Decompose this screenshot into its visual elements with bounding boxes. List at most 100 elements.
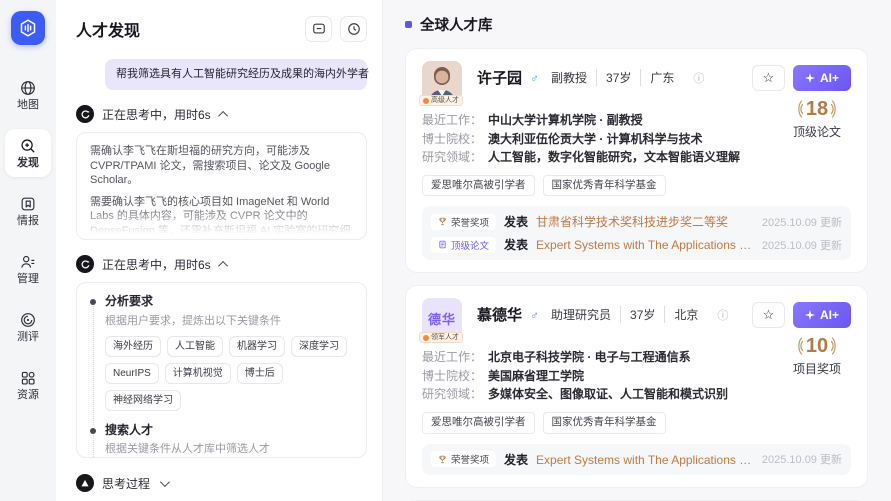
- achievement-date: 2025.10.09 更新: [762, 451, 842, 467]
- step-title: 搜索人才: [105, 423, 270, 439]
- step-title: 分析要求: [105, 294, 353, 310]
- field-label: 博士院校：: [422, 130, 488, 149]
- field-value: 美国麻省理工学院: [488, 367, 694, 386]
- tier-badge-icon: [423, 98, 429, 104]
- talent-card[interactable]: 德华 领军人才 慕德华 ♂ 助理研究员 37岁 北京 ⓘ: [405, 285, 868, 487]
- field-label: 博士院校：: [422, 367, 488, 386]
- tier-badge-icon: [423, 335, 429, 341]
- trophy-icon: [438, 217, 447, 226]
- pool-title: 全球人才库: [420, 14, 493, 35]
- laurel-left-icon: [795, 99, 803, 119]
- achievement-link[interactable]: Expert Systems with The Applications new…: [536, 451, 754, 468]
- field-value: 澳大利亚伍伦贡大学 · 计算机科学与技术: [488, 130, 813, 149]
- favorite-button[interactable]: ☆: [752, 302, 785, 328]
- honor-tag: 爱思唯尔高被引学者: [422, 412, 535, 434]
- sidebar-item-discover[interactable]: 发现: [5, 129, 51, 177]
- sidebar-item-intel[interactable]: 情报: [5, 187, 51, 235]
- achievement-badge: 顶级论文: [431, 237, 496, 253]
- stat-value: 10: [806, 336, 828, 356]
- achievement-list: 荣誉奖项 发表 甘肃省科学技术奖科技进步奖二等奖 2025.10.09 更新 顶…: [422, 206, 851, 260]
- step-desc: 根据用户要求，提炼出以下关键条件: [105, 314, 353, 329]
- new-conversation-button[interactable]: [305, 16, 332, 42]
- stat-label: 项目奖项: [793, 360, 841, 377]
- achievement-badge: 荣誉奖项: [431, 214, 496, 230]
- step-bullet: [90, 299, 96, 305]
- bookmark-icon: [19, 195, 37, 213]
- talent-card[interactable]: 高级人才 许子园 ♂ 副教授 37岁 广东 ⓘ ☆: [405, 48, 868, 273]
- step-bullet: [90, 428, 96, 434]
- achievement-action: 发表: [504, 213, 528, 230]
- thought-process-toggle[interactable]: 思考过程: [76, 474, 367, 492]
- sidebar-item-label: 管理: [17, 274, 39, 285]
- sidebar-item-label: 情报: [17, 216, 39, 227]
- keyword-chip: NeurIPS: [105, 363, 159, 384]
- laurel-right-icon: [831, 336, 839, 356]
- process-label: 思考过程: [102, 475, 150, 492]
- star-icon: ☆: [763, 307, 775, 323]
- history-button[interactable]: [340, 16, 367, 42]
- process-avatar: [76, 474, 94, 492]
- star-icon: ☆: [763, 70, 775, 86]
- field-value: 中山大学计算机学院 · 副教授: [488, 111, 753, 130]
- sidebar-item-label: 资源: [17, 390, 39, 401]
- info-icon[interactable]: ⓘ: [693, 70, 704, 86]
- globe-icon: [19, 79, 37, 97]
- ai-plus-button[interactable]: AI+: [793, 302, 851, 328]
- compass-icon: [19, 311, 37, 329]
- talent-tier-badge: 高级人才: [419, 95, 463, 106]
- thinking-paragraph: 需要确认李飞飞的核心项目如 ImageNet 和 World Labs 的具体内…: [90, 195, 353, 241]
- sidebar-item-map[interactable]: 地图: [5, 71, 51, 119]
- honor-tags: 爱思唯尔高被引学者 国家优秀青年科学基金: [422, 412, 851, 434]
- achievement-action: 发表: [504, 451, 528, 468]
- chevron-up-icon: [218, 261, 228, 271]
- honor-tags: 爱思唯尔高被引学者 国家优秀青年科学基金: [422, 175, 851, 197]
- keyword-chip: 博士后: [237, 363, 283, 384]
- chevron-up-icon: [218, 111, 228, 121]
- app-grid-icon: [19, 369, 37, 387]
- app-logo-icon[interactable]: [11, 11, 45, 45]
- achievement-row: 顶级论文 发表 Expert Systems with The Applicat…: [431, 233, 842, 256]
- stat-block: 18 顶级论文: [793, 99, 841, 140]
- male-icon: ♂: [530, 308, 539, 322]
- stat-label: 顶级论文: [793, 123, 841, 140]
- sidebar-item-label: 测评: [17, 332, 39, 343]
- keyword-chip: 神经网络学习: [105, 390, 181, 411]
- search-plus-icon: [19, 137, 37, 155]
- info-icon[interactable]: ⓘ: [717, 307, 728, 323]
- keyword-chip: 深度学习: [291, 336, 347, 357]
- section-marker-icon: [405, 21, 412, 28]
- sparkle-icon: [805, 73, 815, 83]
- thinking-content-2: 分析要求 根据用户要求，提炼出以下关键条件 海外经历 人工智能 机器学习 深度学…: [76, 282, 367, 458]
- thinking-toggle-1[interactable]: 正在思考中，用时6s: [76, 105, 367, 123]
- sidebar-item-resources[interactable]: 资源: [5, 361, 51, 409]
- talent-meta: 助理研究员 37岁 北京: [547, 306, 707, 323]
- talent-tier-badge: 领军人才: [419, 332, 463, 343]
- field-value: 人工智能，数字化智能研究，文本智能语义理解: [488, 148, 850, 167]
- sparkle-icon: [805, 310, 815, 320]
- achievement-date: 2025.10.09 更新: [762, 237, 842, 253]
- ai-plus-button[interactable]: AI+: [793, 65, 851, 91]
- chat-bubble-icon: [312, 22, 326, 36]
- achievement-row: 荣誉奖项 发表 Expert Systems with The Applicat…: [431, 448, 842, 471]
- honor-tag: 爱思唯尔高被引学者: [422, 175, 535, 197]
- achievement-date: 2025.10.09 更新: [762, 214, 842, 230]
- achievement-link[interactable]: Expert Systems with The Applications new…: [536, 236, 754, 253]
- user-message: 帮我筛选具有人工智能研究经历及成果的海内外学者: [105, 59, 367, 90]
- assistant-avatar: [76, 105, 94, 123]
- thinking-status: 正在思考中，用时6s: [102, 256, 211, 273]
- field-label: 最近工作：: [422, 111, 488, 130]
- talent-name: 慕德华: [477, 304, 522, 325]
- field-value: 北京电子科技学院 · 电子与工程通信系: [488, 348, 801, 367]
- sidebar-item-evaluate[interactable]: 测评: [5, 303, 51, 351]
- achievement-action: 发表: [504, 236, 528, 253]
- field-label: 研究领域：: [422, 385, 488, 404]
- favorite-button[interactable]: ☆: [752, 65, 785, 91]
- achievement-link[interactable]: 甘肃省科学技术奖科技进步奖二等奖: [536, 213, 754, 230]
- person-list-icon: [19, 253, 37, 271]
- global-talent-pool-panel: 全球人才库 高级人才 许子园 ♂ 副教授: [383, 0, 891, 501]
- chevron-down-icon: [160, 477, 170, 487]
- achievement-row: 荣誉奖项 发表 甘肃省科学技术奖科技进步奖二等奖 2025.10.09 更新: [431, 210, 842, 233]
- assistant-avatar: [76, 255, 94, 273]
- sidebar-item-manage[interactable]: 管理: [5, 245, 51, 293]
- thinking-toggle-2[interactable]: 正在思考中，用时6s: [76, 255, 367, 273]
